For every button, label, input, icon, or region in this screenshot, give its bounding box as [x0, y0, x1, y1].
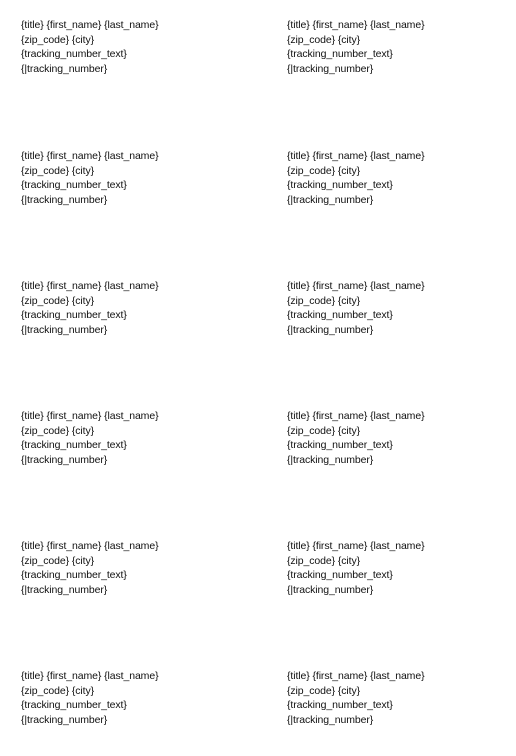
label-tracking-text-line: {tracking_number_text}: [287, 48, 393, 61]
label-zip-city-line: {zip_code} {city}: [287, 424, 361, 437]
label-name-line: {title} {first_name} {last_name}: [287, 410, 425, 422]
address-label: {title} {first_name} {last_name} {zip_co…: [21, 409, 251, 467]
address-label: {title} {first_name} {last_name} {zip_co…: [21, 539, 251, 597]
label-tracking-text-line: {tracking_number_text}: [287, 309, 393, 322]
label-zip-city-line: {zip_code} {city}: [21, 33, 95, 46]
label-tracking-number-line: {|tracking_number}: [287, 62, 374, 75]
label-tracking-number-line: {|tracking_number}: [21, 62, 108, 75]
label-tracking-text-line: {tracking_number_text}: [287, 179, 393, 192]
label-tracking-text-line: {tracking_number_text}: [287, 569, 393, 582]
label-name-line: {title} {first_name} {last_name}: [287, 670, 425, 682]
label-tracking-number-line: {|tracking_number}: [21, 193, 108, 206]
label-zip-city-line: {zip_code} {city}: [21, 164, 95, 177]
address-label: {title} {first_name} {last_name} {zip_co…: [21, 149, 251, 207]
address-label: {title} {first_name} {last_name} {zip_co…: [287, 409, 516, 467]
label-tracking-number-line: {|tracking_number}: [287, 453, 374, 466]
label-zip-city-line: {zip_code} {city}: [287, 554, 361, 567]
label-name-line: {title} {first_name} {last_name}: [21, 150, 159, 162]
label-zip-city-line: {zip_code} {city}: [287, 684, 361, 697]
label-name-line: {title} {first_name} {last_name}: [21, 19, 159, 31]
labels-grid: {title} {first_name} {last_name} {zip_co…: [0, 0, 516, 756]
label-sheet-page: {title} {first_name} {last_name} {zip_co…: [0, 0, 516, 756]
label-name-line: {title} {first_name} {last_name}: [21, 670, 159, 682]
address-label: {title} {first_name} {last_name} {zip_co…: [287, 18, 516, 76]
label-tracking-text-line: {tracking_number_text}: [21, 569, 127, 582]
address-label: {title} {first_name} {last_name} {zip_co…: [287, 149, 516, 207]
address-label: {title} {first_name} {last_name} {zip_co…: [287, 539, 516, 597]
label-tracking-text-line: {tracking_number_text}: [21, 439, 127, 452]
label-name-line: {title} {first_name} {last_name}: [21, 410, 159, 422]
label-tracking-number-line: {|tracking_number}: [21, 453, 108, 466]
label-zip-city-line: {zip_code} {city}: [287, 33, 361, 46]
label-name-line: {title} {first_name} {last_name}: [287, 19, 425, 31]
label-tracking-text-line: {tracking_number_text}: [21, 48, 127, 61]
label-tracking-number-line: {|tracking_number}: [21, 713, 108, 726]
address-label: {title} {first_name} {last_name} {zip_co…: [287, 669, 516, 727]
label-tracking-number-line: {|tracking_number}: [287, 713, 374, 726]
label-tracking-number-line: {|tracking_number}: [287, 193, 374, 206]
label-name-line: {title} {first_name} {last_name}: [287, 280, 425, 292]
label-zip-city-line: {zip_code} {city}: [21, 294, 95, 307]
label-tracking-number-line: {|tracking_number}: [21, 323, 108, 336]
label-tracking-text-line: {tracking_number_text}: [21, 309, 127, 322]
label-tracking-text-line: {tracking_number_text}: [21, 699, 127, 712]
label-tracking-text-line: {tracking_number_text}: [21, 179, 127, 192]
label-zip-city-line: {zip_code} {city}: [287, 164, 361, 177]
label-name-line: {title} {first_name} {last_name}: [21, 540, 159, 552]
address-label: {title} {first_name} {last_name} {zip_co…: [21, 669, 251, 727]
label-tracking-number-line: {|tracking_number}: [21, 583, 108, 596]
label-name-line: {title} {first_name} {last_name}: [21, 280, 159, 292]
label-tracking-text-line: {tracking_number_text}: [287, 699, 393, 712]
label-tracking-number-line: {|tracking_number}: [287, 583, 374, 596]
label-zip-city-line: {zip_code} {city}: [21, 424, 95, 437]
label-tracking-text-line: {tracking_number_text}: [287, 439, 393, 452]
address-label: {title} {first_name} {last_name} {zip_co…: [21, 18, 251, 76]
label-zip-city-line: {zip_code} {city}: [21, 554, 95, 567]
label-name-line: {title} {first_name} {last_name}: [287, 540, 425, 552]
label-tracking-number-line: {|tracking_number}: [287, 323, 374, 336]
address-label: {title} {first_name} {last_name} {zip_co…: [21, 279, 251, 337]
label-zip-city-line: {zip_code} {city}: [287, 294, 361, 307]
label-name-line: {title} {first_name} {last_name}: [287, 150, 425, 162]
address-label: {title} {first_name} {last_name} {zip_co…: [287, 279, 516, 337]
label-zip-city-line: {zip_code} {city}: [21, 684, 95, 697]
